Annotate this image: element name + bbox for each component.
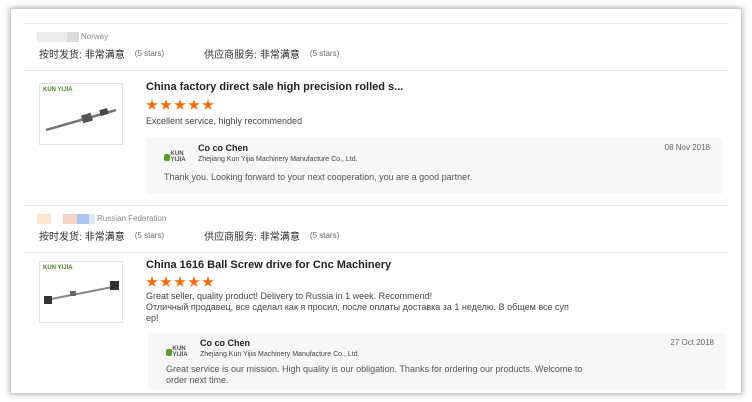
review-header: Norway 按时发货: 非常满意 (5 stars) 供应商服务: 非常满意 …	[23, 23, 729, 71]
rating-label: 供应商服务:	[204, 50, 257, 61]
buyer-name-blurred	[63, 213, 77, 224]
star-icon	[202, 99, 214, 110]
rating-value: 非常满意	[259, 50, 300, 61]
star-icon	[188, 276, 200, 287]
buyer-country-row: Russian Federation	[37, 213, 166, 224]
reply-date: 27 Oct 2018	[670, 338, 714, 347]
supplier-logo-text: KUN YIJIA	[170, 151, 186, 163]
supplier-logo-icon: KUN YIJIA	[166, 346, 196, 358]
supplier-reply: KUN YIJIA Co co Chen Zhejiang Kun Yijia …	[148, 333, 726, 389]
reply-text-line: order next time.	[166, 375, 229, 385]
star-icon	[188, 99, 200, 110]
product-title[interactable]: China 1616 Ball Screw drive for Cnc Mach…	[146, 259, 391, 271]
star-icon	[202, 276, 214, 287]
rating-stars: (5 stars)	[134, 49, 165, 58]
rating-stars: (5 stars)	[134, 231, 165, 240]
country-name: Norway	[81, 32, 109, 41]
rating-value: 非常满意	[84, 232, 125, 243]
rating-label: 按时发货:	[39, 50, 82, 61]
reply-author: Co co Chen	[198, 143, 249, 153]
star-icon	[174, 99, 186, 110]
buyer-name-blurred	[37, 31, 67, 42]
reply-company: Zhejiang Kun Yijia Machinery Manufacture…	[198, 156, 358, 163]
rating-label: 供应商服务:	[204, 232, 257, 243]
supplier-logo-text: KUN YIJIA	[172, 346, 188, 358]
star-icon	[174, 276, 186, 287]
review-card: Russian Federation 按时发货: 非常满意 (5 stars) …	[23, 205, 729, 391]
review-comment-line: Отличный продавец, все сделал как я прос…	[146, 302, 569, 312]
ball-screw-image	[44, 281, 119, 304]
star-icon	[160, 99, 172, 110]
star-icon	[160, 276, 172, 287]
reviews-panel: Norway 按时发货: 非常满意 (5 stars) 供应商服务: 非常满意 …	[10, 8, 742, 394]
ball-screw-image	[45, 108, 117, 132]
product-thumbnail[interactable]: KUN YIJIA	[39, 261, 123, 323]
review-body: KUN YIJIA China factory direct sale high…	[23, 71, 729, 197]
review-body: KUN YIJIA China 1616 Ball Screw drive fo…	[23, 253, 729, 391]
star-rating	[146, 99, 214, 111]
reply-company: Zhejiang Kun Yijia Machinery Manufacture…	[200, 351, 360, 358]
rating-value: 非常满意	[84, 50, 125, 61]
review-comment-line: Great seller, quality product! Delivery …	[146, 291, 433, 301]
rating-row: 按时发货: 非常满意 (5 stars) 供应商服务: 非常满意 (5 star…	[39, 46, 339, 61]
rating-value: 非常满意	[259, 232, 300, 243]
reply-author: Co co Chen	[200, 338, 251, 348]
reply-text-line: Great service is our mission. High quali…	[166, 364, 583, 374]
star-icon	[146, 99, 158, 110]
review-comment: Great seller, quality product! Delivery …	[146, 291, 569, 324]
buyer-name-blurred	[37, 213, 51, 224]
thumbnail-logo: KUN YIJIA	[43, 87, 73, 93]
rating-row: 按时发货: 非常满意 (5 stars) 供应商服务: 非常满意 (5 star…	[39, 228, 339, 243]
supplier-reply: KUN YIJIA Co co Chen Zhejiang Kun Yijia …	[146, 138, 722, 194]
review-comment: Excellent service, highly recommended	[146, 116, 303, 126]
star-rating	[146, 276, 214, 288]
review-header: Russian Federation 按时发货: 非常满意 (5 stars) …	[23, 205, 729, 253]
supplier-logo-icon: KUN YIJIA	[164, 151, 194, 163]
review-card: Norway 按时发货: 非常满意 (5 stars) 供应商服务: 非常满意 …	[23, 23, 729, 197]
product-title[interactable]: China factory direct sale high precision…	[146, 81, 403, 93]
buyer-country-row: Norway	[37, 31, 108, 42]
review-comment-line: ер!	[146, 313, 159, 323]
country-flag	[67, 31, 79, 42]
rating-stars: (5 stars)	[309, 231, 340, 240]
rating-label: 按时发货:	[39, 232, 82, 243]
rating-stars: (5 stars)	[309, 49, 340, 58]
reply-text: Great service is our mission. High quali…	[166, 364, 716, 386]
star-icon	[146, 276, 158, 287]
reply-date: 08 Nov 2018	[664, 143, 710, 152]
thumbnail-logo: KUN YIJIA	[43, 265, 73, 271]
country-flag	[77, 213, 89, 224]
product-thumbnail[interactable]: KUN YIJIA	[39, 83, 123, 145]
country-name: Russian Federation	[97, 214, 167, 223]
reply-text: Thank you. Looking forward to your next …	[164, 172, 473, 182]
